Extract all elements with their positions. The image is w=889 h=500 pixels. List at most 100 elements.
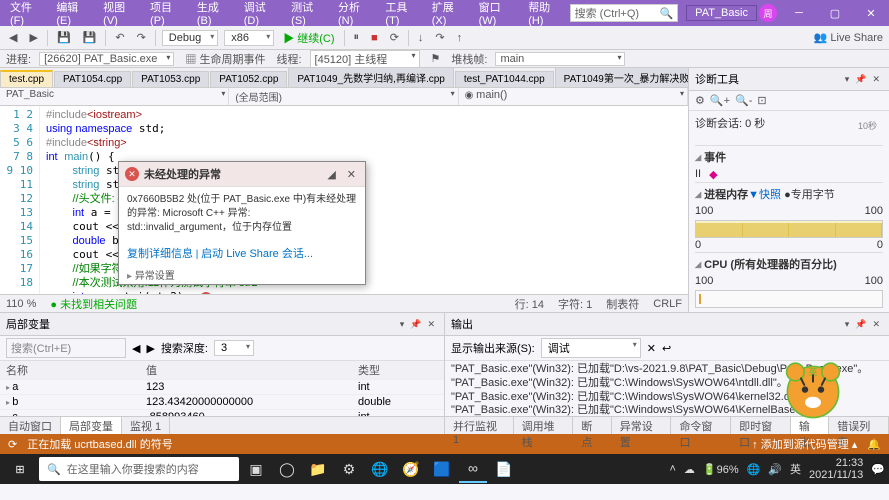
tray-expand-icon[interactable]: ˄ xyxy=(669,463,675,475)
taskbar-clock[interactable]: 21:33 2021/11/13 xyxy=(809,457,863,481)
exception-pin-icon[interactable]: ◢ xyxy=(324,168,338,181)
menu-ext[interactable]: 扩展(X) xyxy=(426,0,471,29)
tab-breakpoints[interactable]: 断点 xyxy=(573,417,611,434)
vs-icon[interactable]: ∞ xyxy=(459,455,487,483)
tab-parallel[interactable]: 并行监视 1 xyxy=(445,417,514,434)
tab-test-cpp[interactable]: test.cpp xyxy=(0,70,53,87)
search-next-icon[interactable]: ▶ xyxy=(146,342,154,355)
memory-section[interactable]: 进程内存▼快照 ●专用字节 xyxy=(695,182,883,204)
tab-exceptions[interactable]: 异常设置 xyxy=(612,417,672,434)
tab-1054[interactable]: PAT1054.cpp xyxy=(54,71,131,87)
tab-1049a[interactable]: PAT1049_先数学归纳,再编译.cpp xyxy=(288,68,453,87)
output-pin-icon[interactable]: 📌 xyxy=(852,319,869,330)
maximize-button[interactable]: ▢ xyxy=(821,7,849,20)
copy-details-link[interactable]: 复制详细信息 xyxy=(127,248,193,260)
menu-help[interactable]: 帮助(H) xyxy=(522,0,567,29)
menu-tools[interactable]: 工具(T) xyxy=(379,0,423,29)
locals-close-icon[interactable]: ✕ xyxy=(424,319,438,330)
output-text[interactable]: "PAT_Basic.exe"(Win32): 已加载"D:\vs-2021.9… xyxy=(445,361,889,416)
pane-pin-icon[interactable]: 📌 xyxy=(852,74,869,85)
tab-locals[interactable]: 局部变量 xyxy=(61,417,122,434)
tab-immediate[interactable]: 即时窗口 xyxy=(731,417,791,434)
exception-settings-link[interactable]: 异常设置 xyxy=(119,265,365,284)
step-out-icon[interactable]: ↑ xyxy=(454,32,466,44)
user-avatar[interactable]: 周 xyxy=(759,4,777,22)
nav-scope-dropdown[interactable]: PAT_Basic xyxy=(0,88,229,105)
table-row[interactable]: a123int xyxy=(0,380,444,395)
menu-window[interactable]: 窗口(W) xyxy=(473,0,521,29)
solution-name-dropdown[interactable]: PAT_Basic xyxy=(686,5,757,21)
tab-output[interactable]: 输出 xyxy=(791,417,829,434)
continue-button[interactable]: ▶ 继续(C) xyxy=(280,30,337,46)
process-dropdown[interactable]: [26620] PAT_Basic.exe xyxy=(39,52,174,66)
zoom-level[interactable]: 110 % xyxy=(6,298,36,310)
output-source-dropdown[interactable]: 调试 xyxy=(541,338,641,358)
explorer-icon[interactable]: 📁 xyxy=(304,455,332,483)
browser-icon[interactable]: 🌐 xyxy=(366,455,394,483)
save-icon[interactable]: 💾 xyxy=(54,31,74,44)
tab-1049b[interactable]: PAT1049第一次_暴力解决败.cpp xyxy=(555,68,688,87)
restart-icon[interactable]: ⟳ xyxy=(387,31,402,44)
col-value[interactable]: 值 xyxy=(146,362,358,378)
windows-search-input[interactable]: 🔍 在这里输入你要搜索的内容 xyxy=(39,457,239,481)
col-type[interactable]: 类型 xyxy=(358,362,438,378)
nav-member-dropdown[interactable]: ◉ main() xyxy=(459,88,688,105)
diag-reset-icon[interactable]: ⊡ xyxy=(757,94,766,107)
events-section[interactable]: 事件 xyxy=(695,145,883,167)
diag-zoomout-icon[interactable]: 🔍- xyxy=(735,94,752,107)
source-control-button[interactable]: ↑ 添加到源代码管理 ▴ xyxy=(752,436,857,452)
cpu-section[interactable]: CPU (所有处理器的百分比) xyxy=(695,252,883,274)
thread-dropdown[interactable]: [45120] 主线程 xyxy=(310,50,420,68)
step-into-icon[interactable]: ↓ xyxy=(415,32,427,44)
notifications-icon[interactable]: 🔔 xyxy=(867,438,881,451)
global-search-input[interactable]: 搜索 (Ctrl+Q) 🔍 xyxy=(570,4,679,22)
start-button[interactable]: ⊞ xyxy=(4,454,36,484)
config-dropdown[interactable]: Debug xyxy=(162,30,218,46)
platform-dropdown[interactable]: x86 xyxy=(224,30,274,46)
nav-back-icon[interactable]: ◀ xyxy=(6,31,20,44)
notifications-icon[interactable]: 💬 xyxy=(871,463,885,476)
menu-file[interactable]: 文件(F) xyxy=(4,0,48,29)
live-share-button[interactable]: 👥 Live Share xyxy=(814,31,883,44)
menu-project[interactable]: 项目(P) xyxy=(144,0,189,29)
locals-dropdown-icon[interactable]: ▾ xyxy=(397,319,408,330)
pause-icon[interactable]: ⏸ xyxy=(351,31,363,44)
nav-context-dropdown[interactable]: (全局范围) xyxy=(229,88,458,105)
cloud-icon[interactable]: ☁ xyxy=(684,463,695,476)
exception-close-button[interactable]: ✕ xyxy=(344,168,359,181)
app-icon[interactable]: 🟦 xyxy=(428,455,456,483)
menu-edit[interactable]: 编辑(E) xyxy=(50,0,95,29)
task-view-icon[interactable]: ▣ xyxy=(242,455,270,483)
tab-callstack[interactable]: 调用堆栈 xyxy=(514,417,574,434)
output-dropdown-icon[interactable]: ▾ xyxy=(842,319,853,330)
step-over-icon[interactable]: ↷ xyxy=(432,31,447,44)
cortana-icon[interactable]: ◯ xyxy=(273,455,301,483)
menu-analyze[interactable]: 分析(N) xyxy=(332,0,377,29)
live-share-link[interactable]: 启动 Live Share 会话... xyxy=(201,248,313,260)
diag-zoomin-icon[interactable]: 🔍+ xyxy=(710,94,730,107)
tab-errorlist[interactable]: 错误列表 xyxy=(829,417,889,434)
lifecycle-events-button[interactable]: ▦ 生命周期事件 xyxy=(182,51,268,67)
locals-search-input[interactable]: 搜索(Ctrl+E) xyxy=(6,338,126,358)
network-icon[interactable]: 🌐 xyxy=(747,463,761,476)
tab-autos[interactable]: 自动窗口 xyxy=(0,417,61,434)
redo-icon[interactable]: ↷ xyxy=(134,31,149,44)
settings-icon[interactable]: ⚙ xyxy=(335,455,363,483)
code-editor[interactable]: 1 2 3 4 5 6 7 8 9 10 11 12 13 14 15 16 1… xyxy=(0,106,688,294)
indent-mode[interactable]: 制表符 xyxy=(606,296,639,312)
tab-1053[interactable]: PAT1053.cpp xyxy=(132,71,209,87)
pane-close-icon[interactable]: ✕ xyxy=(869,74,883,85)
edge-icon[interactable]: 🧭 xyxy=(397,455,425,483)
tab-cmd[interactable]: 命令窗口 xyxy=(671,417,731,434)
locals-pin-icon[interactable]: 📌 xyxy=(407,319,424,330)
pane-dropdown-icon[interactable]: ▾ xyxy=(842,74,853,85)
tab-1044[interactable]: test_PAT1044.cpp xyxy=(455,71,554,87)
col-name[interactable]: 名称 xyxy=(6,362,146,378)
search-prev-icon[interactable]: ◀ xyxy=(132,342,140,355)
menu-view[interactable]: 视图(V) xyxy=(97,0,142,29)
notepad-icon[interactable]: 📄 xyxy=(490,455,518,483)
tab-1052[interactable]: PAT1052.cpp xyxy=(210,71,287,87)
clear-output-icon[interactable]: ✕ xyxy=(647,342,656,355)
line-ending[interactable]: CRLF xyxy=(653,298,682,310)
menu-build[interactable]: 生成(B) xyxy=(191,0,236,29)
